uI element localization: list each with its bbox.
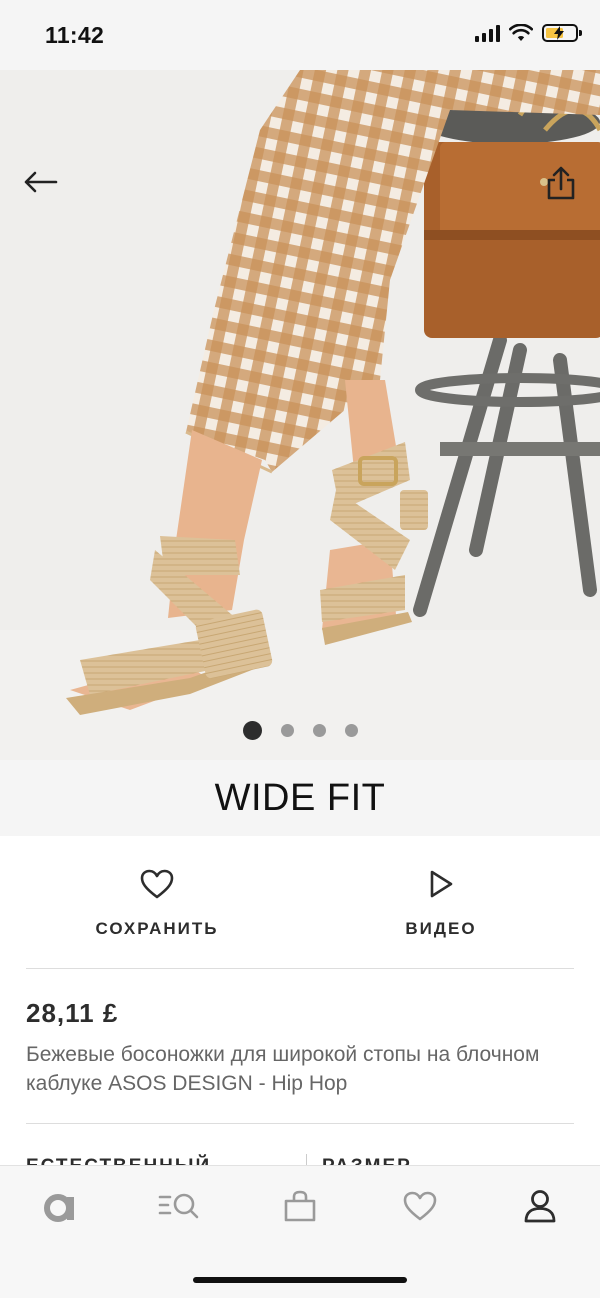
carousel-pagination <box>0 721 600 740</box>
nav-bag[interactable] <box>270 1184 330 1228</box>
share-icon <box>547 166 575 200</box>
status-icons <box>475 24 582 42</box>
fit-banner-text: WIDE FIT <box>214 776 386 819</box>
product-price: 28,11 £ <box>26 998 119 1028</box>
heart-icon <box>403 1191 437 1221</box>
account-icon <box>524 1190 556 1223</box>
play-icon <box>430 870 453 898</box>
home-indicator[interactable] <box>193 1277 407 1283</box>
product-title: Бежевые босоножки для широкой стопы на б… <box>26 1043 540 1095</box>
arrow-left-icon <box>24 171 58 193</box>
carousel-dot[interactable] <box>280 724 294 737</box>
bag-icon <box>284 1190 316 1222</box>
nav-saved[interactable] <box>390 1184 450 1228</box>
divider <box>26 968 574 969</box>
product-image[interactable] <box>0 70 600 760</box>
heart-icon <box>140 869 174 899</box>
search-menu-icon <box>158 1193 199 1219</box>
carousel-dot-active[interactable] <box>242 721 262 740</box>
save-button[interactable]: СОХРАНИТЬ <box>57 866 257 939</box>
carousel-dot[interactable] <box>344 724 358 737</box>
share-button[interactable] <box>538 160 584 206</box>
signal-icon <box>475 24 500 42</box>
carousel-dot[interactable] <box>312 724 326 737</box>
wifi-icon <box>509 24 533 41</box>
asos-logo-icon <box>44 1194 74 1222</box>
actions-row: СОХРАНИТЬ ВИДЕО <box>0 836 600 968</box>
save-label: СОХРАНИТЬ <box>95 919 219 938</box>
back-button[interactable] <box>18 160 62 204</box>
battery-charging-icon <box>542 24 582 42</box>
video-button[interactable]: ВИДЕО <box>341 866 541 939</box>
nav-account[interactable] <box>510 1184 570 1228</box>
video-label: ВИДЕО <box>405 919 477 938</box>
fit-banner: WIDE FIT <box>0 760 600 836</box>
status-time: 11:42 <box>45 22 105 48</box>
nav-search[interactable] <box>149 1184 209 1228</box>
nav-home[interactable] <box>30 1184 90 1228</box>
status-bar: 11:42 <box>0 0 600 70</box>
